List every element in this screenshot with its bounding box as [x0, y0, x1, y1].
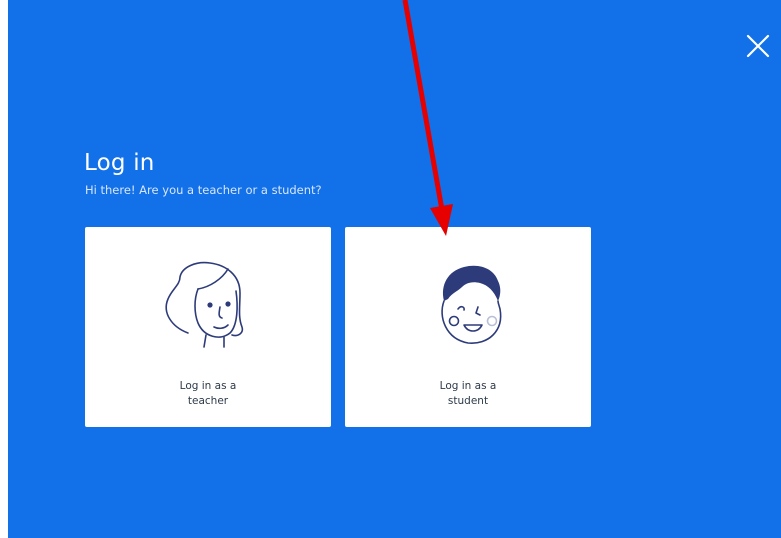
student-face-icon — [441, 265, 502, 344]
close-button[interactable] — [744, 32, 772, 60]
teacher-login-card[interactable]: Log in as a teacher — [85, 227, 331, 427]
close-icon — [746, 34, 770, 58]
teacher-login-label: Log in as a teacher — [179, 380, 237, 407]
student-login-card[interactable]: Log in as a student — [345, 227, 591, 427]
student-login-label: Log in as a student — [439, 380, 497, 407]
page-title: Log in — [84, 150, 155, 176]
page-subtitle: Hi there! Are you a teacher or a student… — [85, 183, 322, 197]
teacher-face-icon — [165, 261, 244, 348]
